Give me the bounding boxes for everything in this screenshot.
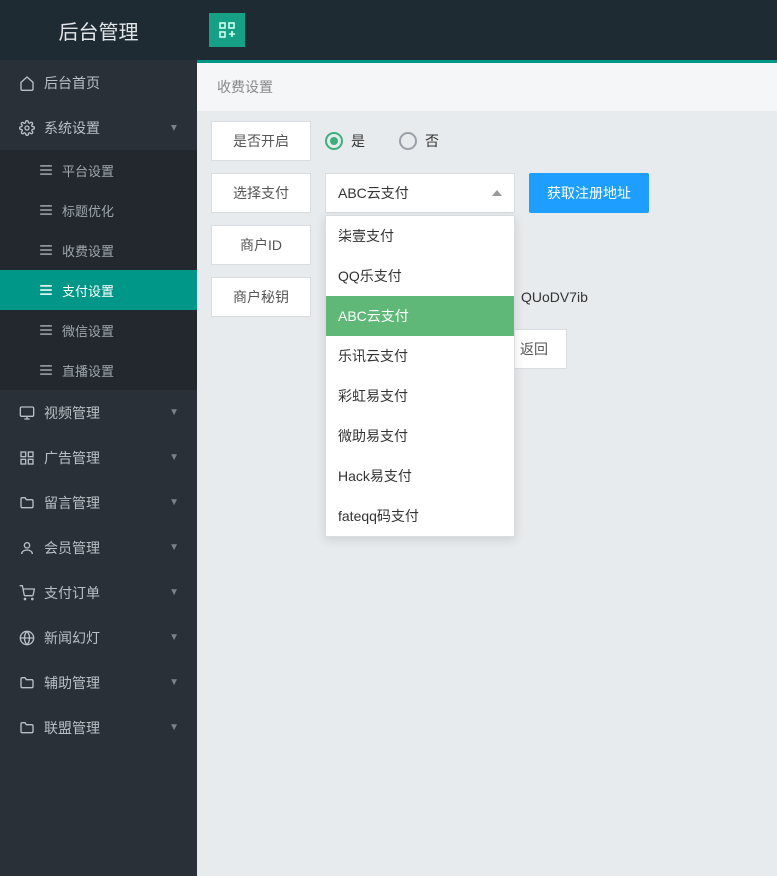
lines-icon: [40, 205, 52, 215]
globe-icon: [18, 630, 36, 646]
header: 后台管理: [0, 0, 777, 60]
row-payment: 选择支付 ABC云支付 柒壹支付QQ乐支付ABC云支付乐讯云支付彩虹易支付微助易…: [211, 173, 763, 213]
home-icon: [18, 75, 36, 91]
payment-option-3[interactable]: 乐讯云支付: [326, 336, 514, 376]
lines-icon: [40, 365, 52, 375]
sub-item-1-0[interactable]: 平台设置: [0, 150, 197, 190]
monitor-icon: [18, 405, 36, 421]
nav-label: 系统设置: [44, 118, 169, 138]
nav-item-4[interactable]: 留言管理▼: [0, 480, 197, 525]
payment-option-4[interactable]: 彩虹易支付: [326, 376, 514, 416]
chevron-down-icon: ▼: [169, 497, 179, 508]
nav-item-1[interactable]: 系统设置▲: [0, 105, 197, 150]
chevron-down-icon: ▼: [169, 677, 179, 688]
merchant-key-value-tail: QUoDV7ib: [515, 277, 588, 317]
chevron-down-icon: ▼: [169, 452, 179, 463]
toggle-sidebar-button[interactable]: [209, 13, 245, 47]
sub-item-label: 标题优化: [62, 201, 114, 220]
sub-item-label: 支付设置: [62, 281, 114, 300]
lines-icon: [40, 325, 52, 335]
brand-title: 后台管理: [0, 16, 197, 45]
payment-select[interactable]: ABC云支付: [325, 173, 515, 213]
merchant-key-label: 商户秘钥: [211, 277, 311, 317]
chevron-down-icon: ▼: [169, 407, 179, 418]
nav-item-0[interactable]: 后台首页: [0, 60, 197, 105]
chevron-up-icon: [492, 190, 502, 196]
lines-icon: [40, 285, 52, 295]
sub-item-1-1[interactable]: 标题优化: [0, 190, 197, 230]
payment-option-6[interactable]: Hack易支付: [326, 456, 514, 496]
radio-yes-label: 是: [351, 131, 365, 151]
sub-item-1-4[interactable]: 微信设置: [0, 310, 197, 350]
nav-label: 留言管理: [44, 493, 169, 513]
chevron-down-icon: ▼: [169, 722, 179, 733]
content-area: 收费设置 是否开启 是 否 选择支付: [197, 60, 777, 876]
sub-item-label: 收费设置: [62, 241, 114, 260]
nav-label: 支付订单: [44, 583, 169, 603]
cart-icon: [18, 585, 36, 601]
payment-option-5[interactable]: 微助易支付: [326, 416, 514, 456]
payment-option-1[interactable]: QQ乐支付: [326, 256, 514, 296]
lines-icon: [40, 245, 52, 255]
user-icon: [18, 540, 36, 556]
payment-select-wrap: ABC云支付 柒壹支付QQ乐支付ABC云支付乐讯云支付彩虹易支付微助易支付Hac…: [325, 173, 515, 213]
payment-dropdown: 柒壹支付QQ乐支付ABC云支付乐讯云支付彩虹易支付微助易支付Hack易支付fat…: [325, 215, 515, 537]
chevron-up-icon: ▲: [169, 122, 179, 133]
nav-item-3[interactable]: 广告管理▼: [0, 435, 197, 480]
nav-label: 后台首页: [44, 73, 179, 93]
payment-option-2[interactable]: ABC云支付: [326, 296, 514, 336]
nav-item-8[interactable]: 辅助管理▼: [0, 660, 197, 705]
radio-no-label: 否: [425, 131, 439, 151]
nav-label: 广告管理: [44, 448, 169, 468]
radio-no[interactable]: 否: [399, 131, 439, 151]
nav-label: 联盟管理: [44, 718, 169, 738]
merchant-id-label: 商户ID: [211, 225, 311, 265]
chevron-down-icon: ▼: [169, 587, 179, 598]
payment-option-7[interactable]: fateqq码支付: [326, 496, 514, 536]
breadcrumb: 收费设置: [197, 63, 777, 111]
folder-icon: [18, 495, 36, 511]
get-register-url-button[interactable]: 获取注册地址: [529, 173, 649, 213]
nav-item-2[interactable]: 视频管理▼: [0, 390, 197, 435]
folder-icon: [18, 720, 36, 736]
lines-icon: [40, 165, 52, 175]
radio-circle-icon: [399, 132, 417, 150]
sub-item-1-3[interactable]: 支付设置: [0, 270, 197, 310]
nav-item-5[interactable]: 会员管理▼: [0, 525, 197, 570]
nav-item-7[interactable]: 新闻幻灯▼: [0, 615, 197, 660]
chevron-down-icon: ▼: [169, 542, 179, 553]
row-enable: 是否开启 是 否: [211, 121, 763, 161]
payment-option-0[interactable]: 柒壹支付: [326, 216, 514, 256]
sub-item-label: 微信设置: [62, 321, 114, 340]
row-actions: 返回: [501, 329, 763, 369]
gear-icon: [18, 120, 36, 136]
nav-label: 会员管理: [44, 538, 169, 558]
nav-label: 辅助管理: [44, 673, 169, 693]
layout-grid-icon: [219, 22, 235, 38]
nav-item-9[interactable]: 联盟管理▼: [0, 705, 197, 750]
radio-circle-icon: [325, 132, 343, 150]
sub-item-1-2[interactable]: 收费设置: [0, 230, 197, 270]
chevron-down-icon: ▼: [169, 632, 179, 643]
radio-yes[interactable]: 是: [325, 131, 365, 151]
payment-select-value: ABC云支付: [338, 183, 409, 203]
folder-icon: [18, 675, 36, 691]
payment-label: 选择支付: [211, 173, 311, 213]
sub-item-label: 直播设置: [62, 361, 114, 380]
form-panel: 是否开启 是 否 选择支付 ABC云支付: [211, 121, 763, 369]
nav-label: 新闻幻灯: [44, 628, 169, 648]
nav-item-6[interactable]: 支付订单▼: [0, 570, 197, 615]
sub-item-label: 平台设置: [62, 161, 114, 180]
sub-item-1-5[interactable]: 直播设置: [0, 350, 197, 390]
nav-label: 视频管理: [44, 403, 169, 423]
sidebar: 后台首页系统设置▲平台设置标题优化收费设置支付设置微信设置直播设置视频管理▼广告…: [0, 60, 197, 876]
grid-icon: [18, 450, 36, 466]
enable-label: 是否开启: [211, 121, 311, 161]
